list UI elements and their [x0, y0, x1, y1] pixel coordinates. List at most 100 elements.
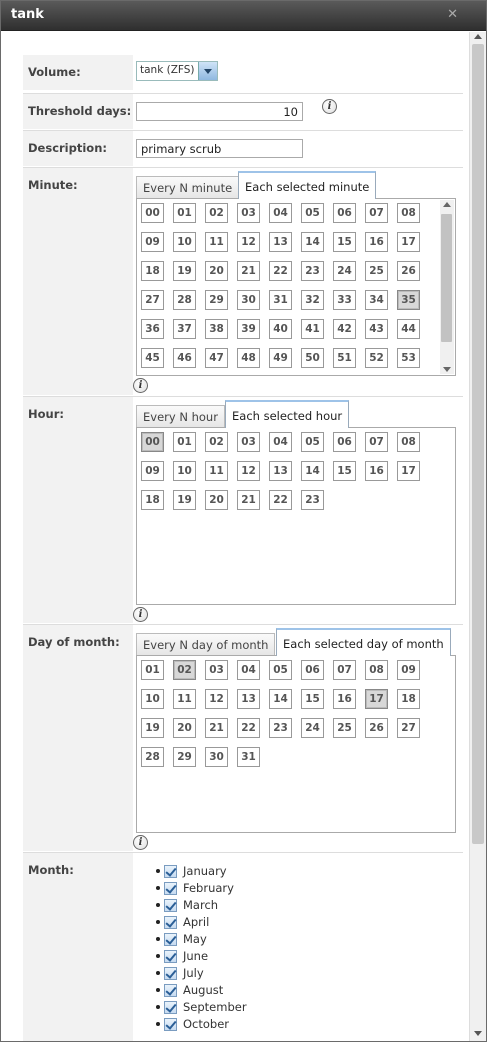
hour-cell-17[interactable]: 17 [397, 461, 420, 481]
hour-cell-05[interactable]: 05 [301, 432, 324, 452]
minute-cell-11[interactable]: 11 [205, 232, 228, 252]
minute-cell-29[interactable]: 29 [205, 290, 228, 310]
day-cell-04[interactable]: 04 [237, 660, 260, 680]
hour-cell-22[interactable]: 22 [269, 490, 292, 510]
minute-cell-43[interactable]: 43 [365, 319, 388, 339]
minute-cell-27[interactable]: 27 [141, 290, 164, 310]
day-cell-17[interactable]: 17 [365, 689, 388, 709]
hour-cell-12[interactable]: 12 [237, 461, 260, 481]
minute-cell-40[interactable]: 40 [269, 319, 292, 339]
minute-cell-50[interactable]: 50 [301, 348, 324, 368]
minute-cell-03[interactable]: 03 [237, 203, 260, 223]
info-icon[interactable]: i [322, 99, 337, 114]
minute-cell-39[interactable]: 39 [237, 319, 260, 339]
minute-cell-01[interactable]: 01 [173, 203, 196, 223]
threshold-days-input[interactable]: 10 [136, 102, 303, 121]
minute-cell-44[interactable]: 44 [397, 319, 420, 339]
minute-cell-38[interactable]: 38 [205, 319, 228, 339]
minute-cell-52[interactable]: 52 [365, 348, 388, 368]
day-cell-30[interactable]: 30 [205, 747, 228, 767]
day-cell-25[interactable]: 25 [333, 718, 356, 738]
minute-cell-08[interactable]: 08 [397, 203, 420, 223]
day-cell-24[interactable]: 24 [301, 718, 324, 738]
day-cell-12[interactable]: 12 [205, 689, 228, 709]
minute-cell-10[interactable]: 10 [173, 232, 196, 252]
hour-cell-00[interactable]: 00 [141, 432, 164, 452]
tab-each-selected-day-of-month[interactable]: Each selected day of month [276, 628, 451, 656]
info-icon[interactable]: i [133, 378, 148, 393]
checkbox-checked-icon[interactable] [164, 1018, 177, 1031]
minute-cell-12[interactable]: 12 [237, 232, 260, 252]
checkbox-checked-icon[interactable] [164, 916, 177, 929]
minute-cell-35[interactable]: 35 [397, 290, 420, 310]
minute-cell-42[interactable]: 42 [333, 319, 356, 339]
hour-cell-16[interactable]: 16 [365, 461, 388, 481]
day-cell-11[interactable]: 11 [173, 689, 196, 709]
scroll-down-icon[interactable] [443, 367, 451, 372]
hour-cell-21[interactable]: 21 [237, 490, 260, 510]
hour-cell-15[interactable]: 15 [333, 461, 356, 481]
description-input[interactable]: primary scrub [136, 139, 303, 158]
scroll-up-icon[interactable] [443, 202, 451, 207]
scroll-down-icon[interactable] [474, 1031, 482, 1036]
minute-cell-26[interactable]: 26 [397, 261, 420, 281]
minute-cell-23[interactable]: 23 [301, 261, 324, 281]
minute-cell-24[interactable]: 24 [333, 261, 356, 281]
day-cell-07[interactable]: 07 [333, 660, 356, 680]
minute-cell-33[interactable]: 33 [333, 290, 356, 310]
checkbox-checked-icon[interactable] [164, 933, 177, 946]
minute-cell-34[interactable]: 34 [365, 290, 388, 310]
day-cell-20[interactable]: 20 [173, 718, 196, 738]
minute-cell-48[interactable]: 48 [237, 348, 260, 368]
minute-cell-02[interactable]: 02 [205, 203, 228, 223]
day-cell-21[interactable]: 21 [205, 718, 228, 738]
checkbox-checked-icon[interactable] [164, 882, 177, 895]
minute-cell-25[interactable]: 25 [365, 261, 388, 281]
hour-cell-10[interactable]: 10 [173, 461, 196, 481]
checkbox-checked-icon[interactable] [164, 1001, 177, 1014]
hour-cell-06[interactable]: 06 [333, 432, 356, 452]
minute-cell-53[interactable]: 53 [397, 348, 420, 368]
minute-cell-32[interactable]: 32 [301, 290, 324, 310]
hour-cell-02[interactable]: 02 [205, 432, 228, 452]
minute-cell-36[interactable]: 36 [141, 319, 164, 339]
tab-every-n-hour[interactable]: Every N hour [136, 405, 225, 427]
minute-cell-17[interactable]: 17 [397, 232, 420, 252]
day-cell-09[interactable]: 09 [397, 660, 420, 680]
day-cell-18[interactable]: 18 [397, 689, 420, 709]
minute-cell-22[interactable]: 22 [269, 261, 292, 281]
minute-cell-41[interactable]: 41 [301, 319, 324, 339]
day-cell-08[interactable]: 08 [365, 660, 388, 680]
hour-cell-19[interactable]: 19 [173, 490, 196, 510]
day-cell-27[interactable]: 27 [397, 718, 420, 738]
volume-select[interactable]: tank (ZFS) [136, 61, 218, 81]
hour-cell-03[interactable]: 03 [237, 432, 260, 452]
day-cell-28[interactable]: 28 [141, 747, 164, 767]
hour-cell-01[interactable]: 01 [173, 432, 196, 452]
day-cell-02[interactable]: 02 [173, 660, 196, 680]
scroll-thumb[interactable] [472, 44, 484, 844]
day-cell-15[interactable]: 15 [301, 689, 324, 709]
minute-cell-47[interactable]: 47 [205, 348, 228, 368]
minute-cell-09[interactable]: 09 [141, 232, 164, 252]
minute-cell-05[interactable]: 05 [301, 203, 324, 223]
minute-cell-07[interactable]: 07 [365, 203, 388, 223]
hour-cell-13[interactable]: 13 [269, 461, 292, 481]
tab-each-selected-minute[interactable]: Each selected minute [238, 171, 377, 199]
minute-cell-30[interactable]: 30 [237, 290, 260, 310]
hour-cell-09[interactable]: 09 [141, 461, 164, 481]
day-cell-29[interactable]: 29 [173, 747, 196, 767]
minute-cell-31[interactable]: 31 [269, 290, 292, 310]
close-icon[interactable]: ✕ [447, 7, 458, 22]
tab-every-n-minute[interactable]: Every N minute [136, 176, 240, 198]
day-cell-19[interactable]: 19 [141, 718, 164, 738]
minute-cell-21[interactable]: 21 [237, 261, 260, 281]
hour-cell-04[interactable]: 04 [269, 432, 292, 452]
minute-cell-00[interactable]: 00 [141, 203, 164, 223]
hour-cell-14[interactable]: 14 [301, 461, 324, 481]
checkbox-checked-icon[interactable] [164, 967, 177, 980]
minute-cell-51[interactable]: 51 [333, 348, 356, 368]
day-cell-16[interactable]: 16 [333, 689, 356, 709]
hour-cell-23[interactable]: 23 [301, 490, 324, 510]
dialog-titlebar[interactable]: tank ✕ [1, 1, 486, 31]
